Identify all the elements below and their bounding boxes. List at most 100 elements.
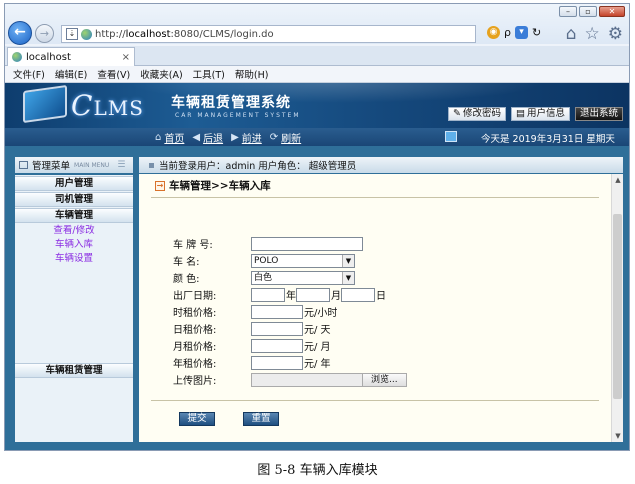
plate-label: 车 牌 号:: [173, 240, 213, 251]
chevron-down-icon: ▼: [342, 254, 354, 267]
lines-icon: ☰: [117, 160, 126, 170]
name-label: 车 名:: [173, 257, 200, 268]
header-buttons: ✎ 修改密码 ▤ 用户信息 退出系统: [448, 107, 623, 121]
day-price-input[interactable]: [251, 321, 303, 336]
monitor-logo-icon: [23, 84, 67, 124]
day-unit: 日: [376, 291, 386, 302]
refresh-icon: ⟳: [269, 132, 279, 143]
refresh-icon[interactable]: ↻: [532, 26, 541, 39]
rss-icon[interactable]: ▾: [514, 26, 528, 39]
reset-button[interactable]: 重置: [243, 412, 279, 426]
menu-file[interactable]: 文件(F): [13, 67, 45, 81]
forward-arrow-icon[interactable]: →: [35, 24, 54, 43]
tab-close-icon[interactable]: ×: [122, 52, 130, 63]
nav-home[interactable]: ⌂ 首页: [155, 130, 184, 145]
hour-price-unit: 元/小时: [304, 308, 338, 319]
sidebar-item-driver[interactable]: 司机管理: [15, 192, 133, 207]
back-arrow-icon[interactable]: ←: [8, 21, 32, 45]
logout-button[interactable]: 退出系统: [574, 107, 623, 121]
site-icon: [81, 28, 92, 40]
address-actions: ◉ ρ ▾ ↻: [487, 26, 541, 39]
vertical-scrollbar[interactable]: ▲ ▼: [611, 174, 623, 442]
user-info-button[interactable]: ▤ 用户信息: [510, 107, 570, 121]
sidebar-link-vehicle-settings[interactable]: 车辆设置: [15, 252, 133, 266]
hour-price-row: 时租价格: 元/小时: [173, 304, 337, 319]
submit-button[interactable]: 提交: [179, 412, 215, 426]
tab-site-icon: [12, 52, 22, 62]
month-price-row: 月租价格: 元/ 月: [173, 338, 331, 353]
day-input[interactable]: [341, 287, 375, 302]
color-select[interactable]: 白色 ▼: [251, 270, 355, 285]
day-price-label: 日租价格:: [173, 325, 217, 336]
sidebar-item-user[interactable]: 用户管理: [15, 176, 133, 191]
plate-row: 车 牌 号:: [173, 236, 363, 251]
favorites-star-icon[interactable]: ☆: [585, 24, 600, 44]
login-info: 当前登录用户：admin 用户角色： 超级管理员: [159, 161, 357, 172]
year-unit: 年: [286, 291, 296, 302]
nav-refresh[interactable]: ⟳ 刷新: [270, 130, 301, 145]
browser-icons: ⌂ ☆ ⚙: [566, 24, 623, 44]
name-row: 车 名: POLO ▼: [173, 253, 355, 268]
scroll-up-icon[interactable]: ▲: [613, 175, 623, 185]
menu-view[interactable]: 查看(V): [97, 67, 130, 81]
home-icon[interactable]: ⌂: [566, 24, 577, 44]
maximize-button[interactable]: ▫: [579, 6, 597, 17]
menu-tools[interactable]: 工具(T): [193, 67, 225, 81]
menu-bar: 文件(F) 编辑(E) 查看(V) 收藏夹(A) 工具(T) 帮助(H): [5, 66, 629, 83]
nav-back[interactable]: ◀ 后退: [192, 130, 223, 145]
hour-price-input[interactable]: [251, 304, 303, 319]
home-icon: ⌂: [155, 132, 162, 143]
edit-icon: ✎: [453, 108, 461, 119]
month-price-input[interactable]: [251, 338, 303, 353]
divider-top: [151, 197, 599, 198]
close-button[interactable]: ✕: [599, 6, 625, 17]
sidebar-link-vehicle-add[interactable]: 车辆入库: [15, 238, 133, 252]
name-select[interactable]: POLO ▼: [251, 253, 355, 268]
month-input[interactable]: [296, 287, 330, 302]
sidebar-header: 管理菜单 MAIN MENU ☰: [15, 157, 133, 173]
url-text[interactable]: http://localhost:8080/CLMS/login.do: [95, 29, 274, 40]
user-icon: ▤: [515, 108, 525, 119]
browse-button[interactable]: 浏览...: [362, 372, 407, 387]
scroll-thumb[interactable]: [613, 214, 622, 399]
compat-view-icon[interactable]: ⇣: [66, 28, 78, 40]
nav-forward[interactable]: ▶ 前进: [231, 130, 262, 145]
arrow-box-icon: →: [155, 180, 165, 191]
change-password-button[interactable]: ✎ 修改密码: [448, 107, 506, 121]
year-price-unit: 元/ 年: [304, 359, 331, 370]
sidebar-item-rental[interactable]: 车辆租赁管理: [15, 363, 133, 378]
nav-links: ⌂ 首页 ◀ 后退 ▶ 前进 ⟳ 刷新: [155, 130, 301, 145]
compat-icon[interactable]: ◉: [487, 26, 500, 39]
menu-favorites[interactable]: 收藏夹(A): [140, 67, 182, 81]
date-row: 出厂日期: 年 月 日: [173, 287, 386, 302]
scroll-down-icon[interactable]: ▼: [613, 431, 623, 441]
color-label: 颜 色:: [173, 274, 200, 285]
image-file-input[interactable]: [251, 372, 363, 387]
day-price-row: 日租价格: 元/ 天: [173, 321, 331, 336]
settings-gear-icon[interactable]: ⚙: [608, 24, 623, 44]
menu-edit[interactable]: 编辑(E): [55, 67, 87, 81]
sidebar-title-en: MAIN MENU: [74, 161, 110, 169]
breadcrumb-text: 车辆管理>>车辆入库: [169, 180, 271, 192]
login-info-bar: 当前登录用户：admin 用户角色： 超级管理员: [139, 157, 623, 173]
sidebar-link-view-edit[interactable]: 查看/修改: [15, 224, 133, 238]
app-body: 管理菜单 MAIN MENU ☰ 用户管理 司机管理 车辆管理 查看/修改 车辆…: [5, 146, 629, 450]
image-label: 上传图片:: [173, 376, 217, 387]
plate-input[interactable]: [251, 236, 363, 251]
window-controls: – ▫ ✕: [559, 6, 625, 17]
calendar-icon: [445, 131, 457, 142]
browser-tab[interactable]: localhost ×: [7, 47, 135, 66]
year-input[interactable]: [251, 287, 285, 302]
month-price-label: 月租价格:: [173, 342, 217, 353]
year-price-row: 年租价格: 元/ 年: [173, 355, 331, 370]
address-bar[interactable]: ⇣ http://localhost:8080/CLMS/login.do: [61, 25, 476, 43]
browser-window: – ▫ ✕ ← → ⇣ http://localhost:8080/CLMS/l…: [4, 3, 630, 451]
search-icon[interactable]: ρ: [504, 26, 511, 39]
forward-icon: ▶: [231, 132, 239, 143]
sidebar-item-vehicle[interactable]: 车辆管理: [15, 208, 133, 223]
figure-caption: 图 5-8 车辆入库模块: [257, 463, 378, 478]
year-price-input[interactable]: [251, 355, 303, 370]
menu-help[interactable]: 帮助(H): [235, 67, 269, 81]
hour-price-label: 时租价格:: [173, 308, 217, 319]
minimize-button[interactable]: –: [559, 6, 577, 17]
